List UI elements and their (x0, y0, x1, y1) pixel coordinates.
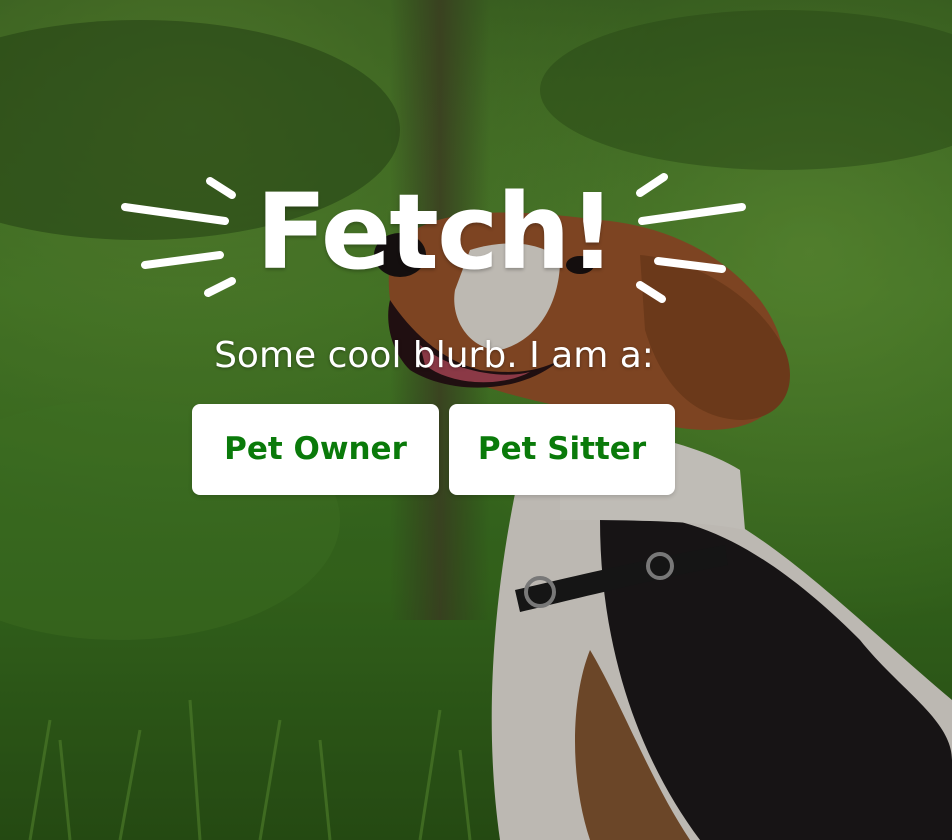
pet-owner-button[interactable]: Pet Owner (192, 404, 439, 495)
logo-text: Fetch! (255, 171, 616, 293)
fetch-logo: Fetch! (110, 165, 760, 315)
hero-blurb: Some cool blurb. I am a: (214, 335, 654, 376)
pet-sitter-button[interactable]: Pet Sitter (449, 404, 675, 495)
